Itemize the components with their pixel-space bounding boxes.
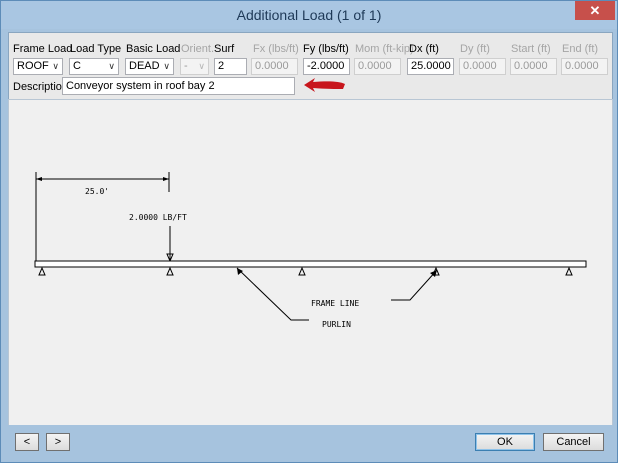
basic-load-value: DEAD bbox=[129, 60, 160, 72]
button-bar: < > OK Cancel bbox=[1, 425, 617, 462]
load-label: 2.0000 LB/FT bbox=[129, 213, 187, 222]
frame-diagram: 25.0' 2.0000 LB/FT FRAME LINE PURLIN bbox=[34, 172, 587, 329]
next-button[interactable]: > bbox=[46, 433, 70, 451]
chevron-down-icon: ∨ bbox=[198, 61, 205, 71]
basic-load-label: Basic Load bbox=[126, 43, 181, 55]
cancel-button[interactable]: Cancel bbox=[543, 433, 604, 451]
additional-load-dialog: Additional Load (1 of 1) ✕ Frame Load Lo… bbox=[0, 0, 618, 463]
dimension-arrow-left-icon bbox=[36, 177, 42, 181]
load-diagram-canvas: 25.0' 2.0000 LB/FT FRAME LINE PURLIN bbox=[8, 99, 613, 426]
fx-input[interactable]: 0.0000 bbox=[251, 58, 298, 75]
fy-label: Fy (lbs/ft) bbox=[303, 43, 349, 55]
chevron-down-icon: ∨ bbox=[163, 61, 170, 71]
start-input[interactable]: 0.0000 bbox=[510, 58, 557, 75]
purlin-leader-arrow-icon bbox=[237, 268, 243, 275]
load-type-select[interactable]: C ∨ bbox=[69, 58, 119, 75]
load-type-label: Load Type bbox=[70, 43, 122, 55]
basic-load-select[interactable]: DEAD ∨ bbox=[125, 58, 174, 75]
dx-label: Dx (ft) bbox=[409, 43, 439, 55]
frame-load-label: Frame Load bbox=[13, 43, 73, 55]
dx-input[interactable]: 25.0000 bbox=[407, 58, 454, 75]
mom-input[interactable]: 0.0000 bbox=[354, 58, 401, 75]
arrow-shape bbox=[304, 78, 345, 92]
mom-label: Mom (ft-kip) bbox=[355, 43, 414, 55]
description-label: Description bbox=[13, 81, 69, 93]
window-title: Additional Load (1 of 1) bbox=[236, 7, 382, 23]
close-button[interactable]: ✕ bbox=[575, 1, 615, 20]
support-icon bbox=[565, 266, 573, 276]
title-bar: Additional Load (1 of 1) ✕ bbox=[1, 1, 617, 29]
dimension-label: 25.0' bbox=[85, 187, 109, 196]
frame-load-select[interactable]: ROOF ∨ bbox=[13, 58, 63, 75]
support-icon bbox=[38, 266, 46, 276]
start-label: Start (ft) bbox=[511, 43, 551, 55]
load-type-value: C bbox=[73, 60, 81, 72]
surf-label: Surf bbox=[214, 43, 235, 55]
orient-value: - bbox=[184, 60, 188, 72]
support-icon bbox=[166, 266, 174, 276]
surf-input[interactable]: 2 bbox=[214, 58, 247, 75]
end-label: End (ft) bbox=[562, 43, 599, 55]
orient-select[interactable]: - ∨ bbox=[180, 58, 209, 75]
fx-label: Fx (lbs/ft) bbox=[253, 43, 299, 55]
dimension-arrow-right-icon bbox=[163, 177, 169, 181]
frame-line-leader-line bbox=[391, 269, 438, 301]
fy-input[interactable]: -2.0000 bbox=[303, 58, 350, 75]
dy-label: Dy (ft) bbox=[460, 43, 490, 55]
purlin-label: PURLIN bbox=[322, 320, 351, 329]
orient-label: Orient. bbox=[181, 43, 215, 55]
red-arrow-annotation bbox=[304, 78, 345, 92]
support-icon bbox=[298, 266, 306, 276]
ok-button[interactable]: OK bbox=[475, 433, 535, 451]
load-form-panel: Frame Load Load Type Basic Load Orient. … bbox=[8, 32, 613, 100]
beam bbox=[34, 260, 587, 268]
chevron-down-icon: ∨ bbox=[52, 61, 59, 71]
purlin-leader-line bbox=[236, 267, 309, 321]
previous-button[interactable]: < bbox=[15, 433, 39, 451]
chevron-down-icon: ∨ bbox=[108, 61, 115, 71]
frame-load-value: ROOF bbox=[17, 60, 49, 72]
end-input[interactable]: 0.0000 bbox=[561, 58, 608, 75]
description-input[interactable]: Conveyor system in roof bay 2 bbox=[62, 77, 295, 95]
frame-line-label: FRAME LINE bbox=[311, 299, 359, 308]
dy-input[interactable]: 0.0000 bbox=[459, 58, 506, 75]
